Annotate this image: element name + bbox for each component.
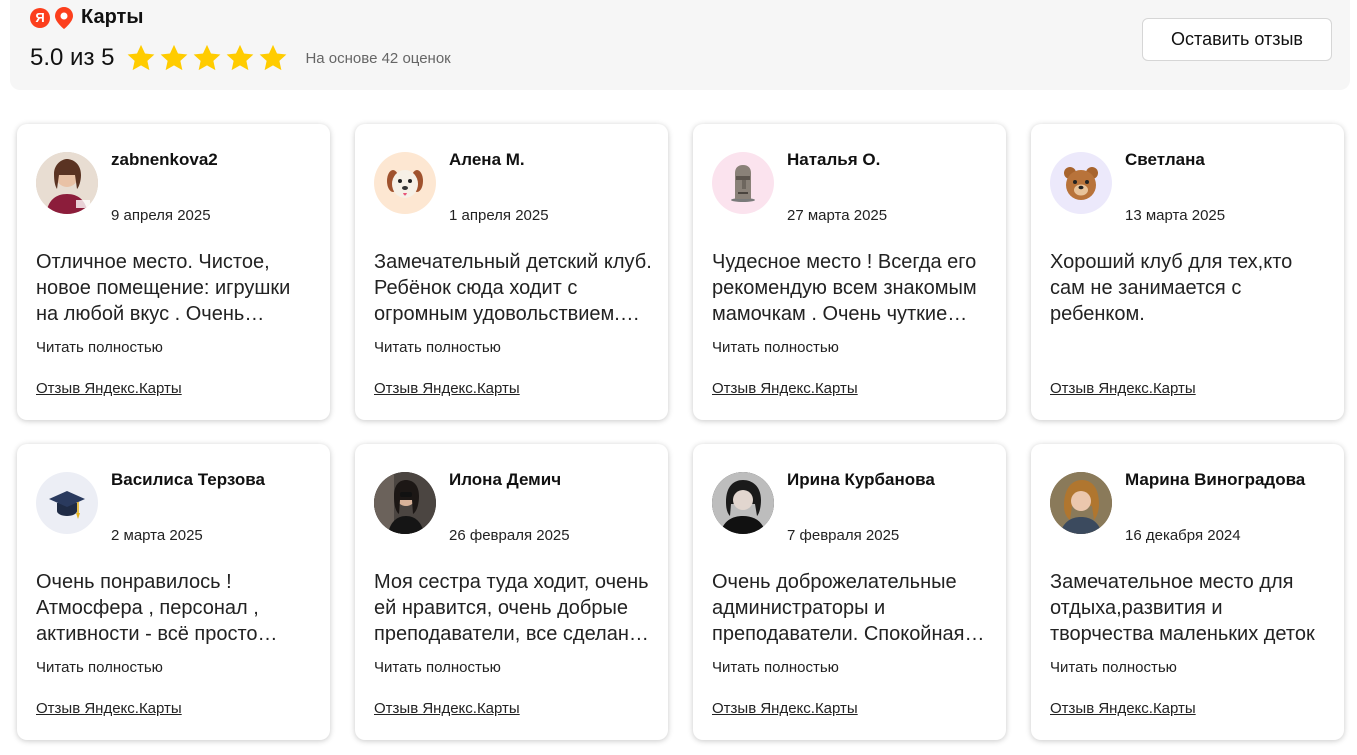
review-text: Очень доброжелательные администраторы и …: [712, 571, 965, 645]
star-icon: [128, 44, 155, 71]
review-date: 13 марта 2025: [1125, 207, 1226, 224]
review-source-link[interactable]: Отзыв Яндекс.Карты: [374, 380, 520, 397]
review-text: Очень понравилось ! Атмосфера , персонал…: [36, 571, 259, 645]
review-date: 1 апреля 2025: [449, 207, 549, 224]
read-more-link[interactable]: Читать полностью: [712, 659, 839, 676]
review-card: zabnenkova2 9 апреля 2025 Отличное место…: [17, 124, 330, 420]
map-pin-icon: [54, 6, 74, 29]
review-source-link[interactable]: Отзыв Яндекс.Карты: [712, 380, 858, 397]
star-icon: [227, 44, 254, 71]
bear-emoji-icon: [1050, 152, 1112, 214]
review-date: 7 февраля 2025: [787, 527, 900, 544]
read-more-link[interactable]: Читать полностью: [1050, 659, 1177, 676]
rating-score: 5.0 из 5: [30, 44, 115, 71]
reviewer-name: zabnenkova2: [111, 150, 218, 169]
review-card: Наталья О. 27 марта 2025 Чудесное место …: [693, 124, 1006, 420]
user-photo-avatar: [712, 472, 774, 534]
read-more-link[interactable]: Читать полностью: [374, 339, 501, 356]
review-date: 9 апреля 2025: [111, 207, 211, 224]
review-source-link[interactable]: Отзыв Яндекс.Карты: [1050, 700, 1196, 717]
review-card: Алена М. 1 апреля 2025 Замечательный дет…: [355, 124, 668, 420]
star-icon: [161, 44, 188, 71]
review-source-link[interactable]: Отзыв Яндекс.Карты: [712, 700, 858, 717]
read-more-link[interactable]: Читать полностью: [712, 339, 839, 356]
reviewer-name: Марина Виноградова: [1125, 470, 1306, 489]
star-icon: [194, 44, 221, 71]
dog-emoji-icon: [374, 152, 436, 214]
user-photo-avatar: [1050, 472, 1112, 534]
reviewer-name: Илона Демич: [449, 470, 562, 489]
review-date: 26 февраля 2025: [449, 527, 570, 544]
review-card: Марина Виноградова 16 декабря 2024 Замеч…: [1031, 444, 1344, 740]
review-card: Василиса Терзова 2 марта 2025 Очень понр…: [17, 444, 330, 740]
reviewer-name: Алена М.: [449, 150, 525, 169]
review-text: Замечательный детский клуб. Ребёнок сюда…: [374, 251, 652, 325]
review-text: Замечательное место для отдыха,развития …: [1050, 571, 1315, 645]
review-card: Илона Демич 26 февраля 2025 Моя сестра т…: [355, 444, 668, 740]
review-text: Чудесное место ! Всегда его рекомендую в…: [712, 251, 977, 325]
review-date: 27 марта 2025: [787, 207, 888, 224]
review-text: Хороший клуб для тех,кто сам не занимает…: [1050, 251, 1293, 325]
leave-review-button[interactable]: Оставить отзыв: [1142, 18, 1332, 61]
review-card: Ирина Курбанова 7 февраля 2025 Очень доб…: [693, 444, 1006, 740]
review-source-link[interactable]: Отзыв Яндекс.Карты: [374, 700, 520, 717]
rating-summary: 5.0 из 5 На основе 42 оценок: [30, 43, 451, 73]
graduation-cap-emoji-icon: [36, 472, 98, 534]
reviewer-name: Светлана: [1125, 150, 1205, 169]
reviewer-name: Василиса Терзова: [111, 470, 265, 489]
read-more-link[interactable]: Читать полностью: [36, 339, 163, 356]
read-more-link[interactable]: Читать полностью: [36, 659, 163, 676]
review-source-link[interactable]: Отзыв Яндекс.Карты: [36, 380, 182, 397]
review-card: Светлана 13 марта 2025 Хороший клуб для …: [1031, 124, 1344, 420]
read-more-link[interactable]: Читать полностью: [374, 659, 501, 676]
user-photo-avatar: [374, 472, 436, 534]
ratings-count: На основе 42 оценок: [305, 49, 451, 67]
review-text: Отличное место. Чистое, новое помещение:…: [36, 251, 291, 325]
review-text: Моя сестра туда ходит, очень ей нравится…: [374, 571, 649, 645]
star-icon: [260, 44, 287, 71]
brand-title: Карты: [81, 6, 144, 28]
review-date: 16 декабря 2024: [1125, 527, 1241, 544]
review-source-link[interactable]: Отзыв Яндекс.Карты: [36, 700, 182, 717]
review-date: 2 марта 2025: [111, 527, 203, 544]
user-photo-avatar: [36, 152, 98, 214]
yandex-logo-icon: Я: [30, 7, 50, 28]
review-source-link[interactable]: Отзыв Яндекс.Карты: [1050, 380, 1196, 397]
brand: Я Карты: [30, 6, 143, 29]
reviewer-name: Ирина Курбанова: [787, 470, 935, 489]
moai-emoji-icon: [712, 152, 774, 214]
rating-header: Я Карты 5.0 из 5 На основе 42 оценок Ост…: [10, 0, 1350, 90]
star-rating: [126, 43, 288, 73]
reviewer-name: Наталья О.: [787, 150, 881, 169]
